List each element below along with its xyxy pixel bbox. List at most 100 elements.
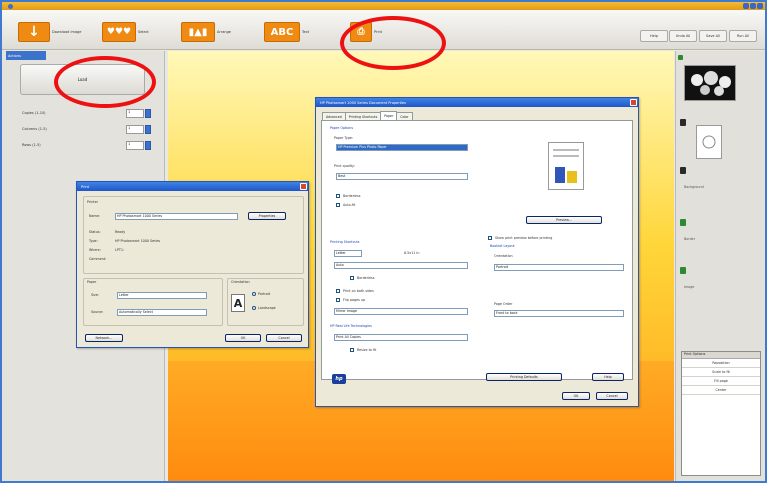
paper-group bbox=[83, 278, 223, 326]
rows-input[interactable]: 1 bbox=[126, 141, 144, 150]
spinner-icon[interactable] bbox=[145, 109, 151, 118]
borderless-checkbox[interactable] bbox=[336, 194, 340, 198]
page-order-select[interactable]: Front to back bbox=[494, 310, 624, 317]
orientation-select[interactable]: Portrait bbox=[494, 264, 624, 271]
cancel-button[interactable]: Cancel bbox=[266, 334, 302, 342]
spinner-icon[interactable] bbox=[145, 141, 151, 150]
size-label: Size: bbox=[91, 293, 99, 297]
arrange-label: Arrange bbox=[217, 30, 231, 34]
text-label: Text bbox=[302, 30, 310, 34]
auto-fit-label: Auto-fit bbox=[343, 203, 356, 207]
download-button[interactable]: ↓ Download image bbox=[18, 22, 82, 42]
arrange-button[interactable]: ▮▲▮ Arrange bbox=[181, 22, 239, 42]
left-pane-tab[interactable]: Actions bbox=[6, 51, 46, 60]
preview-button[interactable]: Preview... bbox=[526, 216, 602, 224]
tab-shortcuts[interactable]: Printing Shortcuts bbox=[344, 112, 382, 120]
show-preview-checkbox[interactable] bbox=[488, 236, 492, 240]
border-icon[interactable] bbox=[680, 219, 686, 226]
list-item[interactable]: Reposition bbox=[682, 359, 760, 368]
paper-source-select[interactable]: Automatically Select bbox=[117, 309, 207, 316]
help-button[interactable]: Help bbox=[592, 373, 624, 381]
copies-select[interactable]: Print All Copies bbox=[334, 334, 468, 341]
print-dialog-title: Print bbox=[77, 182, 308, 191]
list-item[interactable]: Scale to fit bbox=[682, 368, 760, 377]
tab-panel bbox=[321, 120, 633, 380]
print-quality-select[interactable]: Best bbox=[336, 173, 468, 180]
printing-defaults-button[interactable]: Printing Defaults bbox=[486, 373, 562, 381]
text-button[interactable]: ABC Text bbox=[264, 22, 322, 42]
borderless-opt-label: Borderless bbox=[357, 276, 375, 280]
tab-advanced[interactable]: Advanced bbox=[322, 112, 346, 120]
auto-fit-checkbox[interactable] bbox=[336, 203, 340, 207]
orientation-group-label: Orientation bbox=[231, 280, 250, 284]
image-thumbnail[interactable] bbox=[684, 65, 736, 101]
close-icon[interactable] bbox=[630, 99, 637, 106]
tab-color[interactable]: Color bbox=[396, 112, 413, 120]
close-icon[interactable] bbox=[300, 183, 307, 190]
layer-icon[interactable] bbox=[678, 55, 683, 60]
borderless-opt-checkbox[interactable] bbox=[350, 276, 354, 280]
select-button[interactable]: ♥♥♥ Select bbox=[102, 22, 154, 42]
network-button[interactable]: Network... bbox=[85, 334, 123, 342]
where-value: LPT1: bbox=[115, 248, 125, 252]
hp-logo: hp bbox=[332, 374, 346, 384]
run-all-button[interactable]: Run All bbox=[729, 30, 757, 42]
download-icon: ↓ bbox=[18, 22, 50, 42]
columns-input[interactable]: 1 bbox=[126, 125, 144, 134]
select-label: Select bbox=[138, 30, 149, 34]
frame-thumbnail[interactable] bbox=[696, 125, 722, 159]
print-options-list: Print Options Reposition Scale to fit Fi… bbox=[681, 351, 761, 476]
list-item[interactable]: Center bbox=[682, 386, 760, 395]
copies-input[interactable]: 1 bbox=[126, 109, 144, 118]
print-quality-label: Print quality: bbox=[334, 164, 355, 168]
portrait-radio[interactable] bbox=[252, 292, 256, 296]
orientation-label: Orientation bbox=[494, 254, 513, 258]
printer-name-select[interactable]: HP Photosmart 1000 Series bbox=[115, 213, 238, 220]
spinner-icon[interactable] bbox=[145, 125, 151, 134]
cancel-button[interactable]: Cancel bbox=[596, 392, 628, 400]
param-label: Rows (1-5) bbox=[22, 143, 41, 147]
background-label: Background bbox=[684, 185, 704, 189]
real-life-heading: HP Real Life Technologies bbox=[330, 324, 372, 328]
effect-icon[interactable] bbox=[680, 267, 686, 274]
arrange-icon: ▮▲▮ bbox=[181, 22, 215, 42]
flip-checkbox[interactable] bbox=[336, 298, 340, 302]
printer-group bbox=[83, 196, 304, 274]
image-preview-icon bbox=[691, 71, 731, 96]
mirror-select[interactable]: Mirror image bbox=[334, 308, 468, 315]
param-row-rows: Rows (1-5) 1 bbox=[22, 141, 154, 150]
ok-button[interactable]: OK bbox=[225, 334, 261, 342]
type-value: HP Photosmart 1000 Series bbox=[115, 239, 161, 243]
printer-group-label: Printer bbox=[87, 200, 98, 204]
minimize-icon[interactable] bbox=[743, 3, 749, 9]
ok-button[interactable]: OK bbox=[562, 392, 590, 400]
resize-label: Resize to fit bbox=[357, 348, 377, 352]
undo-all-button[interactable]: Undo All bbox=[669, 30, 697, 42]
background-icon[interactable] bbox=[680, 167, 686, 174]
source-label: Source: bbox=[91, 310, 104, 314]
print-both-checkbox[interactable] bbox=[336, 289, 340, 293]
portrait-label: Portrait bbox=[258, 292, 271, 296]
flip-label: Flip pages up bbox=[343, 298, 366, 302]
help-button[interactable]: Help bbox=[640, 30, 668, 42]
tab-paper[interactable]: Paper bbox=[380, 111, 398, 120]
shortcuts-heading: Printing Shortcuts bbox=[330, 240, 360, 244]
save-all-button[interactable]: Save All bbox=[699, 30, 727, 42]
source-select[interactable]: Auto bbox=[334, 262, 468, 269]
frame-icon[interactable] bbox=[680, 119, 686, 126]
size-select[interactable]: Letter bbox=[334, 250, 362, 257]
frame-preview-icon bbox=[702, 135, 716, 149]
resize-checkbox[interactable] bbox=[350, 348, 354, 352]
paper-type-select[interactable]: HP Premium Plus Photo Paper bbox=[336, 144, 468, 151]
list-item[interactable]: Fill page bbox=[682, 377, 760, 386]
close-icon[interactable] bbox=[757, 3, 763, 9]
properties-button[interactable]: Properties bbox=[248, 212, 286, 220]
landscape-radio[interactable] bbox=[252, 306, 256, 310]
annotation-circle-print bbox=[340, 16, 446, 70]
paper-size-select[interactable]: Letter bbox=[117, 292, 207, 299]
status-value: Ready bbox=[115, 230, 126, 234]
status-label: Status: bbox=[89, 230, 101, 234]
title-bar bbox=[2, 2, 765, 10]
maximize-icon[interactable] bbox=[750, 3, 756, 9]
window-controls bbox=[743, 3, 763, 9]
